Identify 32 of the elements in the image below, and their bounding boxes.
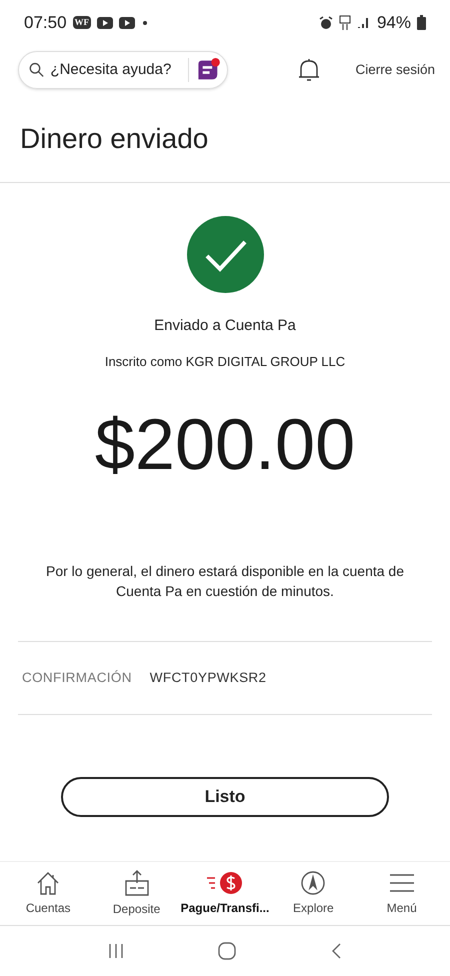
page-title: Dinero enviado <box>19 122 210 156</box>
nav-tab[interactable]: Deposite <box>92 869 181 918</box>
video-play-icon <box>97 16 114 28</box>
battery-percent: 94% <box>376 12 411 34</box>
dollar-send-icon <box>204 870 245 896</box>
availability-note: Por lo general, el dinero estará disponible en la cuenta de Cuenta Pa en cuestión de minutos. <box>44 562 406 601</box>
bell-icon[interactable] <box>297 57 322 83</box>
alarm-icon <box>318 16 333 30</box>
confirmation-label: CONFIRMACIÓN <box>22 668 132 687</box>
nav-tab[interactable]: Menú <box>358 870 446 917</box>
search-field[interactable]: ¿Necesita ayuda? <box>18 51 228 89</box>
logout-link[interactable]: Cierre sesión <box>355 60 435 80</box>
compass-icon <box>300 870 326 896</box>
status-time: 07:50 <box>24 12 67 34</box>
signal-icon <box>356 16 371 30</box>
done-button[interactable]: Listo <box>61 777 389 817</box>
nav-tab[interactable]: Explore <box>269 870 358 917</box>
upload-tray-icon <box>122 869 151 897</box>
recent-apps-icon[interactable] <box>106 942 125 960</box>
enrolled-text: Inscrito como KGR DIGITAL GROUP LLC <box>104 352 346 370</box>
nav-tab[interactable]: Pague/Transfi... <box>180 870 269 917</box>
amount: $200.00 <box>94 409 356 481</box>
app-badge: WF <box>72 16 92 30</box>
confirmation-number: WFCT0YPWKSR2 <box>150 668 266 687</box>
search-input[interactable]: ¿Necesita ayuda? <box>50 58 182 82</box>
search-icon <box>29 61 44 79</box>
checkmark-icon <box>186 216 264 293</box>
dot-icon <box>141 18 150 26</box>
video-play-icon <box>119 16 136 28</box>
recipient-text: Enviado a Cuenta Pa <box>154 316 296 336</box>
nav-tab[interactable]: Cuentas <box>4 870 92 917</box>
battery-icon <box>417 15 426 30</box>
